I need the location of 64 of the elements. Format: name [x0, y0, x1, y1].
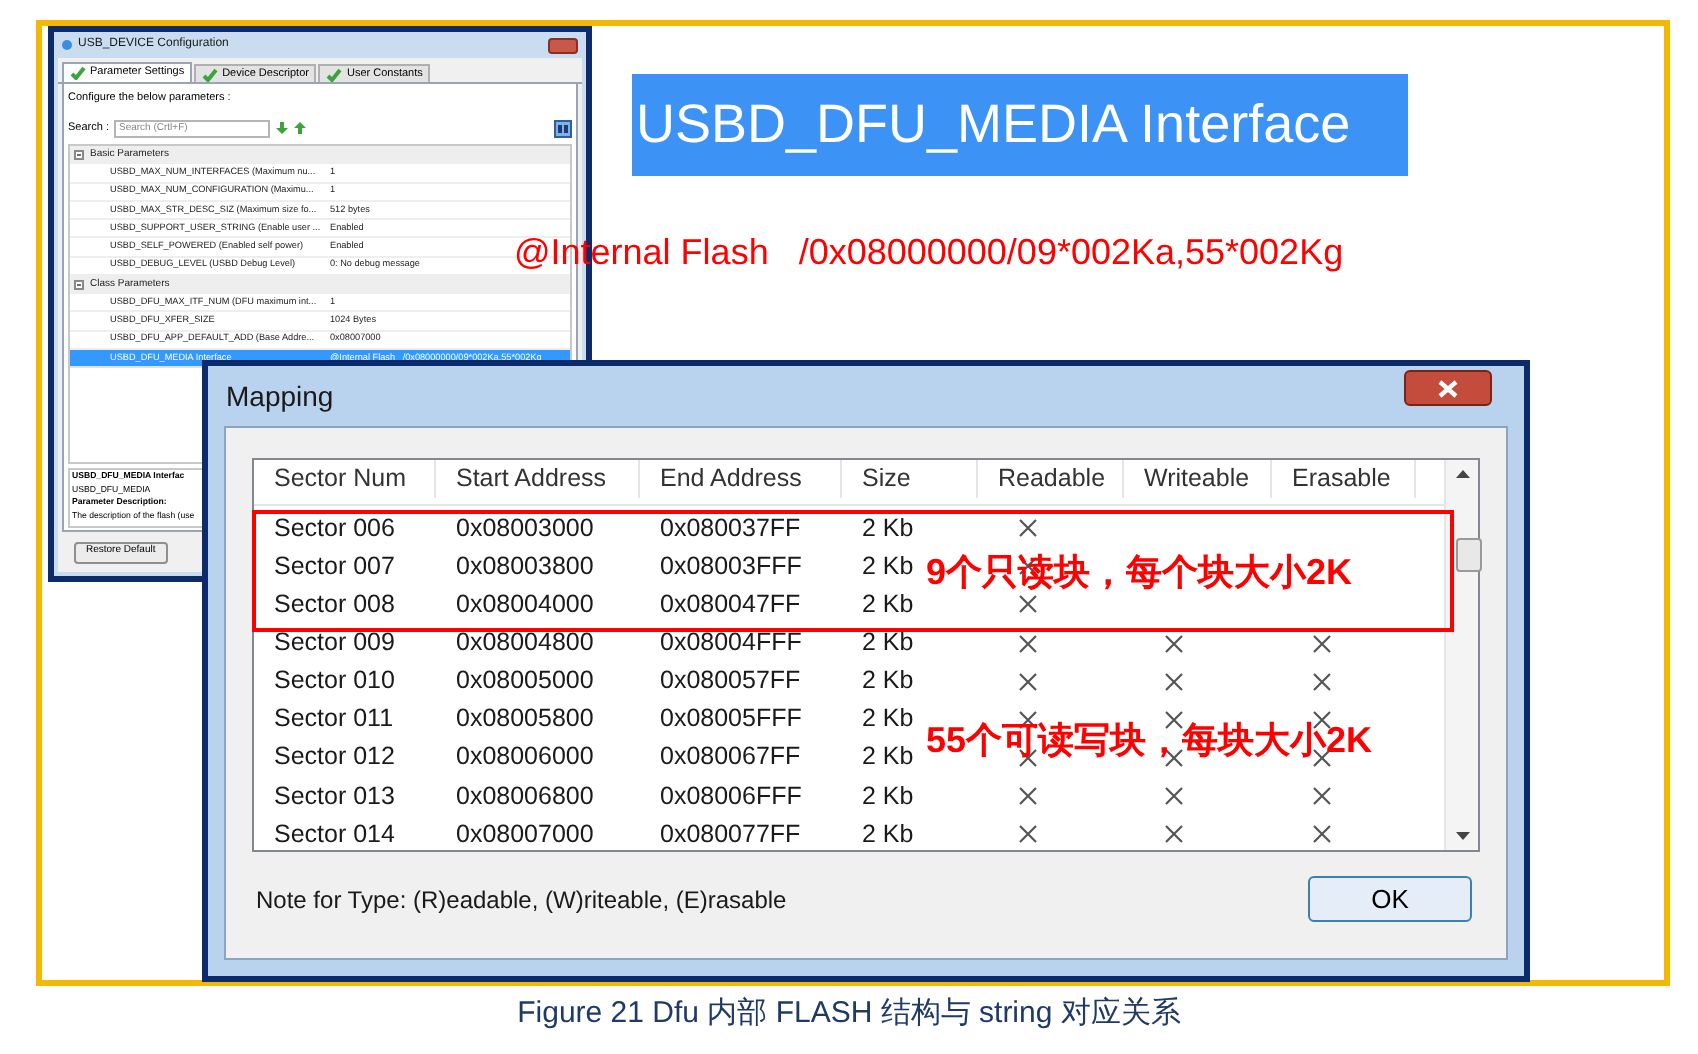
table-cell-text: Sector 010 [274, 664, 395, 699]
table-cell-text: 2 Kb [862, 817, 914, 850]
view-toggle-icon [554, 119, 572, 138]
table-cell-text: Sector 006 [274, 511, 395, 546]
table-cell-text: 0x08004000 [456, 588, 594, 623]
table-cell-text: 2 Kb [862, 588, 914, 623]
column-header[interactable]: Erasable [1272, 460, 1416, 498]
column-header[interactable]: Readable [978, 460, 1124, 498]
table-cell-text: Sector 009 [274, 626, 395, 661]
figure-caption: Figure 21 Dfu 内部 FLASH 结构与 string 对应关系 [515, 994, 1183, 1034]
table-cell-text: 2 Kb [862, 740, 914, 775]
table-cell-text: Sector 012 [274, 740, 395, 775]
down-arrow-icon [276, 122, 289, 135]
table-cell-text: 0x08004800 [456, 626, 594, 661]
check-icon [326, 67, 343, 81]
annotation-text: 55个可读写块，每块大小2K [926, 718, 1373, 764]
note-text: Note for Type: (R)eadable, (W)riteable, (E)rasable [254, 883, 787, 917]
table-cell-text: 0x08005800 [456, 702, 594, 737]
table-cell-text: 0x08006000 [456, 740, 594, 775]
table-cell-text: 0x08007000 [456, 817, 594, 850]
column-header[interactable]: Sector Num [254, 460, 436, 498]
table-cell-text: 2 Kb [862, 511, 914, 546]
table-cell-text: 0x08003FFF [660, 550, 802, 585]
table-cell-text: 0x08003800 [456, 550, 594, 585]
table-cell-text: 0x080037FF [660, 511, 801, 546]
close-button[interactable] [1404, 370, 1492, 406]
annotation-text: 9个只读块，每个块大小2K [926, 550, 1353, 596]
table-cell-text: 0x08005000 [456, 664, 594, 699]
table-cell-text: Sector 007 [274, 550, 395, 585]
dialog-title: Mapping [226, 377, 334, 416]
column-header[interactable]: Writeable [1124, 460, 1272, 498]
table-cell-text: 2 Kb [862, 702, 914, 737]
column-header[interactable]: End Address [640, 460, 842, 498]
table-cell-text: 0x080047FF [660, 588, 801, 623]
ok-button[interactable]: OK [1308, 876, 1472, 922]
table-cell-text: Sector 011 [274, 702, 394, 737]
close-button[interactable] [548, 37, 578, 53]
table-cell-text: 0x08006800 [456, 779, 594, 814]
check-icon [70, 66, 86, 80]
scroll-bar[interactable] [1444, 460, 1478, 850]
close-icon [1438, 379, 1458, 397]
table-cell-text: 2 Kb [862, 779, 914, 814]
table-cell-text: 2 Kb [862, 664, 914, 699]
scroll-thumb[interactable] [1456, 538, 1482, 572]
table-cell-text: Sector 008 [274, 588, 395, 623]
table-cell-text: 2 Kb [862, 626, 914, 661]
table-cell-text: 0x080067FF [660, 740, 801, 775]
table-cell-text: 0x080077FF [660, 817, 801, 850]
table-cell-text: 0x08005FFF [660, 702, 802, 737]
interface-label: USBD_DFU_MEDIA Interface [632, 74, 1408, 176]
window-icon [62, 40, 72, 50]
up-arrow-icon [294, 122, 307, 135]
table-cell-text: 0x08004FFF [660, 626, 802, 661]
scroll-down-icon [1455, 832, 1469, 840]
table-cell-text: 0x080057FF [660, 664, 801, 699]
table-cell-text: Sector 014 [274, 817, 395, 850]
check-icon [202, 67, 219, 81]
table-cell-text: Sector 013 [274, 779, 395, 814]
table-cell-text: 2 Kb [862, 550, 914, 585]
scroll-up-icon [1455, 470, 1469, 478]
table-cell-text: 0x08003000 [456, 511, 594, 546]
table-cell-text: 0x08006FFF [660, 779, 802, 814]
column-header[interactable]: Start Address [436, 460, 640, 498]
column-header[interactable]: Size [842, 460, 978, 498]
